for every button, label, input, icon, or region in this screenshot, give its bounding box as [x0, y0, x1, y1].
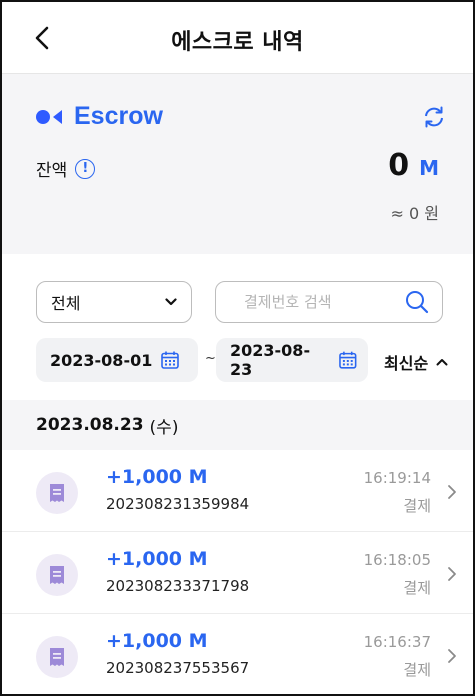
- filter-section: 전체 2023-08-01 ~ 2023-0: [2, 254, 473, 389]
- chevron-right-icon: [448, 485, 456, 499]
- balance-label-row: 잔액 !: [36, 156, 96, 181]
- transaction-type: 결제: [403, 661, 431, 679]
- transaction-id: 202308233371798: [106, 577, 250, 595]
- end-date-value: 2023-08-23: [230, 341, 311, 379]
- balance-label: 잔액: [36, 161, 68, 181]
- calendar-icon: [161, 351, 180, 369]
- transaction-amount: +1,000 M: [106, 630, 208, 652]
- date-group-header: 2023.08.23 (수): [2, 400, 473, 450]
- chevron-down-icon: [165, 298, 177, 306]
- escrow-logo: Escrow: [36, 102, 163, 131]
- group-date: 2023.08.23: [36, 415, 144, 435]
- refresh-icon: [425, 106, 443, 128]
- group-weekday: (수): [149, 417, 179, 438]
- chevron-right-icon: [448, 567, 456, 581]
- transaction-amount: +1,000 M: [106, 548, 208, 570]
- start-date-picker[interactable]: 2023-08-01: [36, 338, 198, 382]
- calendar-icon: [339, 351, 357, 369]
- balance-approx-won: ≈ 0 원: [390, 204, 439, 223]
- end-date-picker[interactable]: 2023-08-23: [216, 338, 368, 382]
- balance-unit: M: [419, 156, 439, 180]
- search-field[interactable]: [215, 281, 443, 323]
- receipt-icon: [36, 636, 78, 678]
- transaction-list: +1,000 M 202308231359984 16:19:14 결제 +1,…: [2, 450, 473, 694]
- transaction-row[interactable]: +1,000 M 202308237553567 16:16:37 결제: [2, 614, 473, 694]
- transaction-row[interactable]: +1,000 M 202308233371798 16:18:05 결제: [2, 532, 473, 614]
- transaction-time: 16:18:05: [363, 551, 431, 569]
- refresh-button[interactable]: [421, 104, 447, 130]
- page-title: 에스크로 내역: [171, 30, 304, 55]
- transaction-type: 결제: [403, 579, 431, 597]
- transaction-time: 16:16:37: [363, 633, 431, 651]
- balance-value: 0: [388, 148, 410, 183]
- transaction-type: 결제: [403, 497, 431, 515]
- transaction-id: 202308237553567: [106, 659, 250, 677]
- info-icon[interactable]: !: [75, 158, 96, 179]
- sort-label: 최신순: [384, 354, 429, 373]
- type-filter-value: 전체: [51, 294, 81, 313]
- sort-toggle-button[interactable]: 최신순: [384, 350, 448, 374]
- transaction-row[interactable]: +1,000 M 202308231359984 16:19:14 결제: [2, 450, 473, 532]
- type-filter-select[interactable]: 전체: [36, 281, 192, 323]
- receipt-icon: [36, 472, 78, 514]
- start-date-value: 2023-08-01: [50, 350, 153, 370]
- date-range-separator: ~: [205, 351, 216, 366]
- transaction-amount: +1,000 M: [106, 466, 208, 488]
- receipt-icon: [36, 554, 78, 596]
- app-frame: 에스크로 내역 Escrow 잔액 ! 0 M ≈ 0 원 전체 결제번호 검색…: [0, 0, 475, 696]
- chevron-right-icon: [448, 649, 456, 663]
- balance-amount: 0 M: [388, 148, 439, 183]
- chevron-up-icon: [436, 359, 448, 366]
- balance-card: Escrow 잔액 ! 0 M ≈ 0 원: [2, 74, 473, 254]
- search-icon[interactable]: [404, 289, 430, 315]
- escrow-logo-icon: [36, 109, 62, 124]
- brand-name: Escrow: [74, 102, 163, 130]
- top-bar: 에스크로 내역: [2, 2, 473, 74]
- search-input[interactable]: [244, 293, 394, 311]
- transaction-id: 202308231359984: [106, 495, 250, 513]
- transaction-time: 16:19:14: [363, 469, 431, 487]
